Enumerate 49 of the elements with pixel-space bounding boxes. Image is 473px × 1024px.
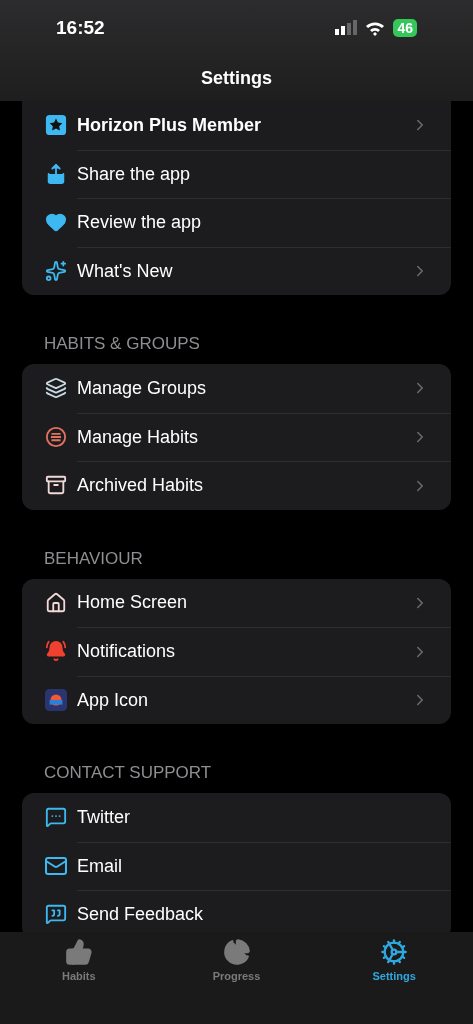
settings-row[interactable]: What's New	[22, 246, 451, 295]
row-label: Send Feedback	[77, 903, 205, 927]
row-label: Home Screen	[77, 591, 189, 615]
row-label: Manage Groups	[77, 376, 208, 400]
quote-bubble-icon	[44, 903, 68, 926]
page-title: Settings	[201, 67, 272, 90]
wifi-icon	[365, 20, 386, 36]
layers-icon	[44, 377, 68, 400]
section-header: HABITS & GROUPS	[44, 334, 200, 354]
settings-row[interactable]: Twitter	[22, 793, 451, 842]
settings-row[interactable]: Archived Habits	[22, 461, 451, 510]
row-label: Twitter	[77, 805, 131, 829]
row-label: Notifications	[77, 640, 177, 664]
archive-box-icon	[44, 474, 68, 497]
settings-row[interactable]: Manage Habits	[22, 412, 451, 461]
signal-icon	[335, 20, 358, 36]
row-label: Manage Habits	[77, 425, 200, 449]
thumbs-up-icon	[64, 938, 93, 966]
row-label: Archived Habits	[77, 474, 205, 498]
row-label: Horizon Plus Member	[77, 113, 263, 137]
pie-chart-icon	[222, 938, 251, 966]
settings-icon	[380, 938, 409, 966]
settings-row[interactable]: Manage Groups	[22, 364, 451, 413]
row-label: App Icon	[77, 688, 150, 712]
tab-item[interactable]: Habits	[0, 938, 158, 990]
row-label: Review the app	[77, 211, 203, 235]
settings-row[interactable]: Email	[22, 841, 451, 890]
settings-row[interactable]: Notifications	[22, 627, 451, 676]
row-label: Email	[77, 854, 123, 878]
heart-icon	[44, 211, 68, 234]
section-header: BEHAVIOUR	[44, 548, 143, 569]
battery-level: 46	[393, 19, 417, 37]
tab-item[interactable]: Settings	[315, 938, 473, 990]
app-icon	[44, 688, 68, 711]
section-header: CONTACT SUPPORT	[44, 763, 212, 783]
row-label: What's New	[77, 259, 174, 283]
settings-row[interactable]: Horizon Plus Member	[22, 101, 451, 150]
settings-row[interactable]: Home Screen	[22, 578, 451, 627]
row-label: Share the app	[77, 162, 192, 186]
tab-item[interactable]: Progress	[157, 938, 316, 990]
house-icon	[44, 591, 68, 614]
settings-row[interactable]: App Icon	[22, 675, 451, 724]
sparkles-icon	[44, 259, 68, 282]
bell-icon	[44, 640, 68, 663]
settings-row[interactable]: Review the app	[22, 198, 451, 247]
chat-bubble-icon	[44, 806, 68, 829]
status-time: 16:52	[56, 15, 105, 40]
list-icon	[44, 425, 68, 448]
settings-row[interactable]: Share the app	[22, 149, 451, 198]
